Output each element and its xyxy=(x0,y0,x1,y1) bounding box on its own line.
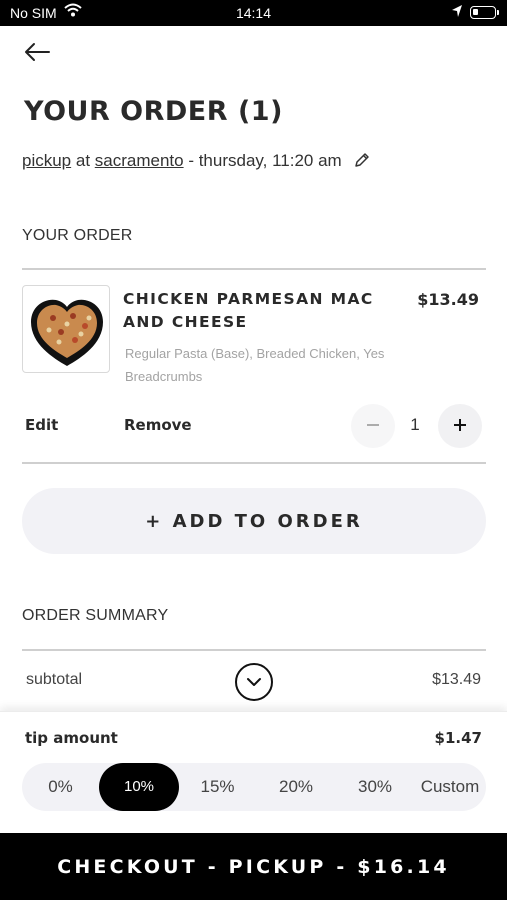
quantity-value: 1 xyxy=(410,415,420,434)
battery-icon xyxy=(470,6,499,19)
quantity-decrease-button[interactable] xyxy=(351,404,395,448)
tip-panel: tip amount $1.47 0% 10% 15% 20% 30% Cust… xyxy=(0,711,507,836)
item-price: $13.49 xyxy=(417,290,479,309)
add-to-order-button[interactable]: + ADD TO ORDER xyxy=(22,488,486,554)
pencil-icon[interactable] xyxy=(354,152,370,173)
pickup-method-link[interactable]: pickup xyxy=(22,151,71,170)
chevron-down-icon xyxy=(246,675,262,690)
checkout-button[interactable]: CHECKOUT - PICKUP - $16.14 xyxy=(0,833,507,900)
remove-item-button[interactable]: Remove xyxy=(124,416,192,434)
tip-option-0[interactable]: 0% xyxy=(22,763,99,811)
clock-time: 14:14 xyxy=(235,5,272,21)
divider xyxy=(22,268,486,270)
pickup-at-text: at xyxy=(71,151,95,170)
subtotal-label: subtotal xyxy=(26,671,83,688)
tip-option-20[interactable]: 20% xyxy=(256,763,336,811)
divider xyxy=(22,462,486,464)
your-order-heading: YOUR ORDER xyxy=(22,227,133,244)
arrow-left-icon xyxy=(22,43,52,70)
item-name: CHICKEN PARMESAN MAC AND CHEESE xyxy=(123,290,374,331)
tip-selector: 0% 10% 15% 20% 30% Custom xyxy=(22,763,486,811)
tip-option-custom[interactable]: Custom xyxy=(414,763,486,811)
divider xyxy=(22,649,486,651)
page-title: YOUR ORDER (1) xyxy=(24,96,283,127)
minus-icon xyxy=(366,420,380,435)
plus-icon xyxy=(453,418,467,435)
tip-amount-value: $1.47 xyxy=(434,729,482,747)
pickup-location-link[interactable]: sacramento xyxy=(95,151,184,170)
status-bar: No SIM 14:14 xyxy=(0,0,507,26)
item-thumbnail xyxy=(22,285,110,373)
edit-item-button[interactable]: Edit xyxy=(25,416,58,434)
quantity-increase-button[interactable] xyxy=(438,404,482,448)
tip-option-15[interactable]: 15% xyxy=(179,763,256,811)
tip-amount-label: tip amount xyxy=(25,729,118,747)
tip-option-30[interactable]: 30% xyxy=(336,763,414,811)
pickup-datetime: - thursday, 11:20 am xyxy=(183,151,342,170)
location-arrow-icon xyxy=(451,4,463,21)
item-options: Regular Pasta (Base), Breaded Chicken, Y… xyxy=(125,346,385,384)
tip-option-10[interactable]: 10% xyxy=(99,763,179,811)
order-summary-heading: ORDER SUMMARY xyxy=(22,607,169,624)
pickup-details: pickup at sacramento - thursday, 11:20 a… xyxy=(22,151,370,173)
subtotal-value: $13.49 xyxy=(432,671,481,688)
expand-summary-button[interactable] xyxy=(235,663,273,701)
back-button[interactable] xyxy=(22,38,52,66)
